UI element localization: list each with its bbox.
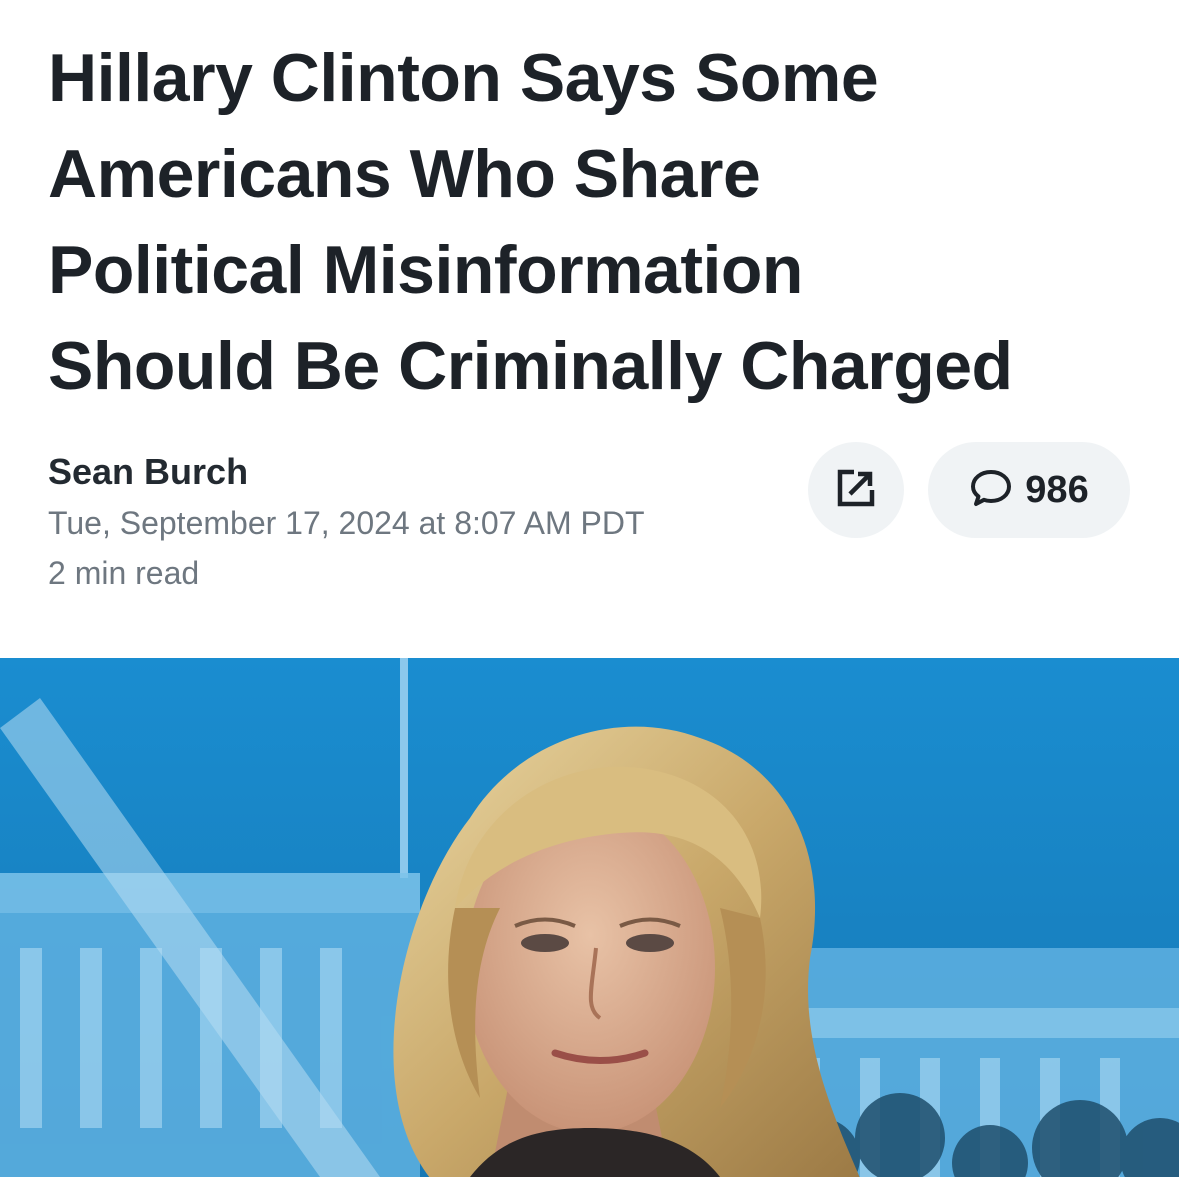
comments-button[interactable]: 986 <box>928 442 1130 538</box>
headline-line: Americans Who Share <box>48 136 761 212</box>
share-button[interactable] <box>808 442 904 538</box>
headline-line: Political Misinformation <box>48 232 803 308</box>
comment-bubble-icon <box>969 466 1013 515</box>
author-name[interactable]: Sean Burch <box>48 450 644 494</box>
comment-count: 986 <box>1025 468 1089 511</box>
publish-date: Tue, September 17, 2024 at 8:07 AM PDT <box>48 505 645 541</box>
headline-line: Should Be Criminally Charged <box>48 328 1013 404</box>
article-header: Hillary Clinton Says Some Americans Who … <box>0 0 1179 658</box>
share-external-icon <box>834 466 878 515</box>
flag-pole <box>400 658 408 878</box>
white-house-left <box>0 873 420 1177</box>
read-time: 2 min read <box>48 555 200 591</box>
byline: Sean Burch Tue, September 17, 2024 at 8:… <box>48 450 644 598</box>
hero-illustration <box>0 658 1179 1177</box>
headline-line: Hillary Clinton Says Some <box>48 40 879 116</box>
headline: Hillary Clinton Says Some Americans Who … <box>48 30 1148 414</box>
hero-image <box>0 658 1179 1177</box>
